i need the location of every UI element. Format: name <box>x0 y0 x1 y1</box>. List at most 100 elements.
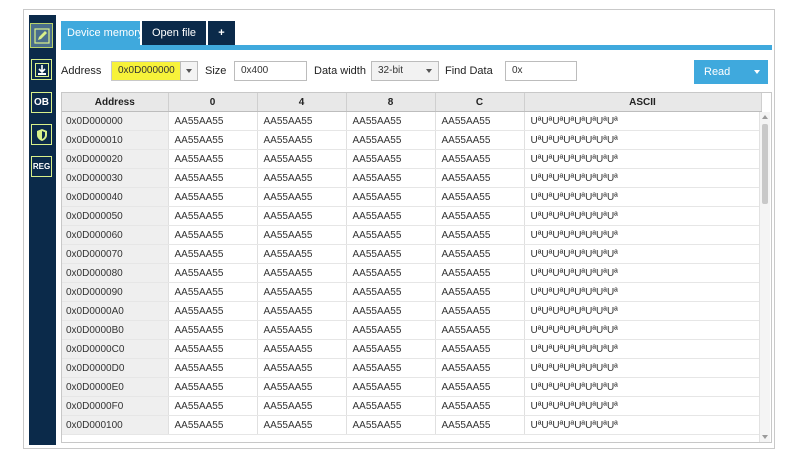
data-cell[interactable]: AA55AA55 <box>168 168 258 188</box>
data-cell[interactable]: AA55AA55 <box>346 149 436 169</box>
data-cell[interactable]: AA55AA55 <box>168 377 258 397</box>
ascii-cell: UªUªUªUªUªUªUªUª <box>524 225 762 245</box>
data-cell[interactable]: AA55AA55 <box>168 225 258 245</box>
sidebar-item-registers[interactable]: REG <box>31 156 52 177</box>
data-cell[interactable]: AA55AA55 <box>257 130 347 150</box>
data-cell[interactable]: AA55AA55 <box>435 339 525 359</box>
data-cell[interactable]: AA55AA55 <box>346 339 436 359</box>
data-cell[interactable]: AA55AA55 <box>346 168 436 188</box>
data-cell[interactable]: AA55AA55 <box>346 244 436 264</box>
data-cell[interactable]: AA55AA55 <box>435 187 525 207</box>
data-cell[interactable]: AA55AA55 <box>168 111 258 131</box>
data-cell[interactable]: AA55AA55 <box>435 130 525 150</box>
address-input[interactable]: 0x0D000000 <box>111 61 181 81</box>
data-cell[interactable]: AA55AA55 <box>168 244 258 264</box>
address-cell: 0x0D0000F0 <box>62 396 169 416</box>
data-cell[interactable]: AA55AA55 <box>257 168 347 188</box>
data-cell[interactable]: AA55AA55 <box>257 377 347 397</box>
data-cell[interactable]: AA55AA55 <box>257 282 347 302</box>
data-cell[interactable]: AA55AA55 <box>435 282 525 302</box>
find-data-input[interactable]: 0x <box>505 61 577 81</box>
add-tab-button[interactable]: + <box>208 21 235 45</box>
data-cell[interactable]: AA55AA55 <box>435 149 525 169</box>
data-cell[interactable]: AA55AA55 <box>346 187 436 207</box>
column-header-0[interactable]: 0 <box>168 93 258 112</box>
data-cell[interactable]: AA55AA55 <box>346 263 436 283</box>
tab-open-file[interactable]: Open file <box>142 21 206 45</box>
address-dropdown-arrow[interactable] <box>180 61 198 81</box>
tab-device-memory[interactable]: Device memory <box>61 21 143 45</box>
data-cell[interactable]: AA55AA55 <box>346 225 436 245</box>
data-cell[interactable]: AA55AA55 <box>168 206 258 226</box>
data-cell[interactable]: AA55AA55 <box>257 225 347 245</box>
data-cell[interactable]: AA55AA55 <box>168 149 258 169</box>
data-cell[interactable]: AA55AA55 <box>435 225 525 245</box>
data-cell[interactable]: AA55AA55 <box>257 415 347 435</box>
data-cell[interactable]: AA55AA55 <box>346 111 436 131</box>
data-cell[interactable]: AA55AA55 <box>257 339 347 359</box>
data-cell[interactable]: AA55AA55 <box>168 320 258 340</box>
data-cell[interactable]: AA55AA55 <box>168 415 258 435</box>
data-cell[interactable]: AA55AA55 <box>168 263 258 283</box>
ascii-cell: UªUªUªUªUªUªUªUª <box>524 339 762 359</box>
data-width-select[interactable]: 32-bit <box>371 61 439 81</box>
data-cell[interactable]: AA55AA55 <box>168 187 258 207</box>
data-cell[interactable]: AA55AA55 <box>435 396 525 416</box>
column-header-ascii[interactable]: ASCII <box>524 93 762 112</box>
data-cell[interactable]: AA55AA55 <box>435 206 525 226</box>
sidebar-item-option-bytes[interactable]: OB <box>31 92 52 113</box>
data-cell[interactable]: AA55AA55 <box>346 320 436 340</box>
data-cell[interactable]: AA55AA55 <box>257 358 347 378</box>
data-cell[interactable]: AA55AA55 <box>168 339 258 359</box>
scrollbar-thumb[interactable] <box>762 124 768 204</box>
data-cell[interactable]: AA55AA55 <box>435 377 525 397</box>
data-cell[interactable]: AA55AA55 <box>435 111 525 131</box>
data-cell[interactable]: AA55AA55 <box>435 301 525 321</box>
data-cell[interactable]: AA55AA55 <box>346 130 436 150</box>
sidebar-item-security[interactable] <box>31 124 52 145</box>
column-header-8[interactable]: 8 <box>346 93 436 112</box>
data-cell[interactable]: AA55AA55 <box>435 358 525 378</box>
data-cell[interactable]: AA55AA55 <box>257 206 347 226</box>
data-cell[interactable]: AA55AA55 <box>257 301 347 321</box>
sidebar: OB REG <box>29 15 56 445</box>
sidebar-item-memory-edit[interactable] <box>30 23 53 48</box>
data-cell[interactable]: AA55AA55 <box>257 149 347 169</box>
ascii-cell: UªUªUªUªUªUªUªUª <box>524 263 762 283</box>
data-cell[interactable]: AA55AA55 <box>168 130 258 150</box>
column-header-address[interactable]: Address <box>62 93 169 112</box>
read-button-label: Read <box>704 66 731 78</box>
column-header-c[interactable]: C <box>435 93 525 112</box>
data-cell[interactable]: AA55AA55 <box>168 358 258 378</box>
data-cell[interactable]: AA55AA55 <box>346 301 436 321</box>
vertical-scrollbar[interactable] <box>759 112 770 442</box>
read-button[interactable]: Read <box>694 60 768 84</box>
data-cell[interactable]: AA55AA55 <box>435 320 525 340</box>
scroll-down-icon[interactable] <box>762 435 768 439</box>
data-cell[interactable]: AA55AA55 <box>257 396 347 416</box>
data-cell[interactable]: AA55AA55 <box>346 396 436 416</box>
sidebar-item-download[interactable] <box>31 59 52 80</box>
data-cell[interactable]: AA55AA55 <box>346 377 436 397</box>
data-cell[interactable]: AA55AA55 <box>257 263 347 283</box>
data-cell[interactable]: AA55AA55 <box>168 301 258 321</box>
data-cell[interactable]: AA55AA55 <box>346 358 436 378</box>
data-cell[interactable]: AA55AA55 <box>257 244 347 264</box>
address-cell: 0x0D000090 <box>62 282 169 302</box>
data-cell[interactable]: AA55AA55 <box>435 244 525 264</box>
data-cell[interactable]: AA55AA55 <box>435 168 525 188</box>
data-cell[interactable]: AA55AA55 <box>435 263 525 283</box>
data-cell[interactable]: AA55AA55 <box>346 415 436 435</box>
column-header-4[interactable]: 4 <box>257 93 347 112</box>
data-cell[interactable]: AA55AA55 <box>168 396 258 416</box>
data-cell[interactable]: AA55AA55 <box>257 320 347 340</box>
size-input[interactable]: 0x400 <box>234 61 307 81</box>
scroll-up-icon[interactable] <box>762 115 768 119</box>
data-cell[interactable]: AA55AA55 <box>257 187 347 207</box>
data-cell[interactable]: AA55AA55 <box>257 111 347 131</box>
data-cell[interactable]: AA55AA55 <box>435 415 525 435</box>
data-cell[interactable]: AA55AA55 <box>346 282 436 302</box>
data-cell[interactable]: AA55AA55 <box>346 206 436 226</box>
chevron-down-icon[interactable] <box>754 70 760 74</box>
data-cell[interactable]: AA55AA55 <box>168 282 258 302</box>
